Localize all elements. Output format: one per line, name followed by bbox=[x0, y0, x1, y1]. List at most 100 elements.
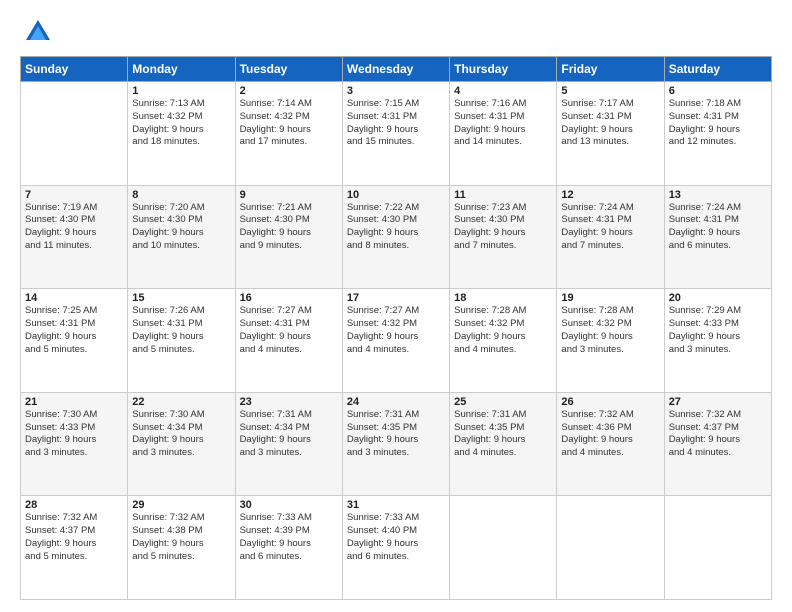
calendar-cell: 9Sunrise: 7:21 AMSunset: 4:30 PMDaylight… bbox=[235, 185, 342, 289]
calendar-cell: 23Sunrise: 7:31 AMSunset: 4:34 PMDayligh… bbox=[235, 392, 342, 496]
calendar-cell: 1Sunrise: 7:13 AMSunset: 4:32 PMDaylight… bbox=[128, 82, 235, 186]
day-number: 12 bbox=[561, 189, 659, 201]
day-info: Sunrise: 7:17 AMSunset: 4:31 PMDaylight:… bbox=[561, 98, 659, 149]
day-number: 18 bbox=[454, 292, 552, 304]
calendar-week-1: 7Sunrise: 7:19 AMSunset: 4:30 PMDaylight… bbox=[21, 185, 772, 289]
calendar-cell: 10Sunrise: 7:22 AMSunset: 4:30 PMDayligh… bbox=[342, 185, 449, 289]
day-number: 21 bbox=[25, 396, 123, 408]
calendar-cell: 20Sunrise: 7:29 AMSunset: 4:33 PMDayligh… bbox=[664, 289, 771, 393]
calendar-cell: 26Sunrise: 7:32 AMSunset: 4:36 PMDayligh… bbox=[557, 392, 664, 496]
calendar-cell bbox=[664, 496, 771, 600]
calendar-cell: 16Sunrise: 7:27 AMSunset: 4:31 PMDayligh… bbox=[235, 289, 342, 393]
day-info: Sunrise: 7:26 AMSunset: 4:31 PMDaylight:… bbox=[132, 305, 230, 356]
calendar-cell: 25Sunrise: 7:31 AMSunset: 4:35 PMDayligh… bbox=[450, 392, 557, 496]
day-number: 5 bbox=[561, 85, 659, 97]
day-info: Sunrise: 7:16 AMSunset: 4:31 PMDaylight:… bbox=[454, 98, 552, 149]
calendar-cell: 18Sunrise: 7:28 AMSunset: 4:32 PMDayligh… bbox=[450, 289, 557, 393]
day-number: 10 bbox=[347, 189, 445, 201]
day-info: Sunrise: 7:32 AMSunset: 4:37 PMDaylight:… bbox=[25, 512, 123, 563]
page: SundayMondayTuesdayWednesdayThursdayFrid… bbox=[0, 0, 792, 612]
day-header-friday: Friday bbox=[557, 57, 664, 82]
day-info: Sunrise: 7:31 AMSunset: 4:35 PMDaylight:… bbox=[347, 409, 445, 460]
day-info: Sunrise: 7:27 AMSunset: 4:31 PMDaylight:… bbox=[240, 305, 338, 356]
day-number: 8 bbox=[132, 189, 230, 201]
calendar-cell: 3Sunrise: 7:15 AMSunset: 4:31 PMDaylight… bbox=[342, 82, 449, 186]
calendar-cell: 22Sunrise: 7:30 AMSunset: 4:34 PMDayligh… bbox=[128, 392, 235, 496]
calendar-cell: 11Sunrise: 7:23 AMSunset: 4:30 PMDayligh… bbox=[450, 185, 557, 289]
day-number: 14 bbox=[25, 292, 123, 304]
day-info: Sunrise: 7:19 AMSunset: 4:30 PMDaylight:… bbox=[25, 202, 123, 253]
calendar-cell: 8Sunrise: 7:20 AMSunset: 4:30 PMDaylight… bbox=[128, 185, 235, 289]
calendar-cell: 4Sunrise: 7:16 AMSunset: 4:31 PMDaylight… bbox=[450, 82, 557, 186]
calendar-cell: 17Sunrise: 7:27 AMSunset: 4:32 PMDayligh… bbox=[342, 289, 449, 393]
calendar-cell: 12Sunrise: 7:24 AMSunset: 4:31 PMDayligh… bbox=[557, 185, 664, 289]
day-info: Sunrise: 7:30 AMSunset: 4:33 PMDaylight:… bbox=[25, 409, 123, 460]
day-header-tuesday: Tuesday bbox=[235, 57, 342, 82]
calendar-cell: 24Sunrise: 7:31 AMSunset: 4:35 PMDayligh… bbox=[342, 392, 449, 496]
calendar-cell: 27Sunrise: 7:32 AMSunset: 4:37 PMDayligh… bbox=[664, 392, 771, 496]
calendar-cell bbox=[450, 496, 557, 600]
calendar-cell bbox=[557, 496, 664, 600]
day-info: Sunrise: 7:31 AMSunset: 4:34 PMDaylight:… bbox=[240, 409, 338, 460]
calendar-cell: 13Sunrise: 7:24 AMSunset: 4:31 PMDayligh… bbox=[664, 185, 771, 289]
calendar-week-3: 21Sunrise: 7:30 AMSunset: 4:33 PMDayligh… bbox=[21, 392, 772, 496]
day-header-monday: Monday bbox=[128, 57, 235, 82]
day-info: Sunrise: 7:32 AMSunset: 4:36 PMDaylight:… bbox=[561, 409, 659, 460]
calendar-cell: 5Sunrise: 7:17 AMSunset: 4:31 PMDaylight… bbox=[557, 82, 664, 186]
calendar-cell: 28Sunrise: 7:32 AMSunset: 4:37 PMDayligh… bbox=[21, 496, 128, 600]
day-info: Sunrise: 7:24 AMSunset: 4:31 PMDaylight:… bbox=[669, 202, 767, 253]
calendar-cell: 21Sunrise: 7:30 AMSunset: 4:33 PMDayligh… bbox=[21, 392, 128, 496]
calendar-cell: 2Sunrise: 7:14 AMSunset: 4:32 PMDaylight… bbox=[235, 82, 342, 186]
day-info: Sunrise: 7:25 AMSunset: 4:31 PMDaylight:… bbox=[25, 305, 123, 356]
day-info: Sunrise: 7:32 AMSunset: 4:37 PMDaylight:… bbox=[669, 409, 767, 460]
day-info: Sunrise: 7:24 AMSunset: 4:31 PMDaylight:… bbox=[561, 202, 659, 253]
day-info: Sunrise: 7:28 AMSunset: 4:32 PMDaylight:… bbox=[454, 305, 552, 356]
day-info: Sunrise: 7:31 AMSunset: 4:35 PMDaylight:… bbox=[454, 409, 552, 460]
day-info: Sunrise: 7:23 AMSunset: 4:30 PMDaylight:… bbox=[454, 202, 552, 253]
calendar-cell: 30Sunrise: 7:33 AMSunset: 4:39 PMDayligh… bbox=[235, 496, 342, 600]
day-header-wednesday: Wednesday bbox=[342, 57, 449, 82]
day-info: Sunrise: 7:21 AMSunset: 4:30 PMDaylight:… bbox=[240, 202, 338, 253]
day-number: 31 bbox=[347, 499, 445, 511]
day-number: 23 bbox=[240, 396, 338, 408]
day-number: 4 bbox=[454, 85, 552, 97]
logo bbox=[20, 18, 52, 46]
day-number: 13 bbox=[669, 189, 767, 201]
calendar-header-row: SundayMondayTuesdayWednesdayThursdayFrid… bbox=[21, 57, 772, 82]
day-info: Sunrise: 7:33 AMSunset: 4:40 PMDaylight:… bbox=[347, 512, 445, 563]
day-number: 16 bbox=[240, 292, 338, 304]
day-number: 24 bbox=[347, 396, 445, 408]
calendar-cell: 14Sunrise: 7:25 AMSunset: 4:31 PMDayligh… bbox=[21, 289, 128, 393]
day-info: Sunrise: 7:14 AMSunset: 4:32 PMDaylight:… bbox=[240, 98, 338, 149]
calendar-table: SundayMondayTuesdayWednesdayThursdayFrid… bbox=[20, 56, 772, 600]
calendar-cell: 7Sunrise: 7:19 AMSunset: 4:30 PMDaylight… bbox=[21, 185, 128, 289]
calendar-week-0: 1Sunrise: 7:13 AMSunset: 4:32 PMDaylight… bbox=[21, 82, 772, 186]
calendar-cell bbox=[21, 82, 128, 186]
calendar-cell: 29Sunrise: 7:32 AMSunset: 4:38 PMDayligh… bbox=[128, 496, 235, 600]
day-number: 1 bbox=[132, 85, 230, 97]
day-info: Sunrise: 7:15 AMSunset: 4:31 PMDaylight:… bbox=[347, 98, 445, 149]
logo-icon bbox=[24, 18, 52, 46]
day-number: 30 bbox=[240, 499, 338, 511]
day-header-sunday: Sunday bbox=[21, 57, 128, 82]
day-number: 26 bbox=[561, 396, 659, 408]
day-info: Sunrise: 7:32 AMSunset: 4:38 PMDaylight:… bbox=[132, 512, 230, 563]
day-info: Sunrise: 7:22 AMSunset: 4:30 PMDaylight:… bbox=[347, 202, 445, 253]
day-info: Sunrise: 7:20 AMSunset: 4:30 PMDaylight:… bbox=[132, 202, 230, 253]
calendar-cell: 15Sunrise: 7:26 AMSunset: 4:31 PMDayligh… bbox=[128, 289, 235, 393]
day-number: 29 bbox=[132, 499, 230, 511]
day-number: 19 bbox=[561, 292, 659, 304]
day-info: Sunrise: 7:28 AMSunset: 4:32 PMDaylight:… bbox=[561, 305, 659, 356]
calendar-cell: 6Sunrise: 7:18 AMSunset: 4:31 PMDaylight… bbox=[664, 82, 771, 186]
day-number: 15 bbox=[132, 292, 230, 304]
day-number: 20 bbox=[669, 292, 767, 304]
day-info: Sunrise: 7:33 AMSunset: 4:39 PMDaylight:… bbox=[240, 512, 338, 563]
day-number: 27 bbox=[669, 396, 767, 408]
day-info: Sunrise: 7:29 AMSunset: 4:33 PMDaylight:… bbox=[669, 305, 767, 356]
day-header-thursday: Thursday bbox=[450, 57, 557, 82]
day-info: Sunrise: 7:18 AMSunset: 4:31 PMDaylight:… bbox=[669, 98, 767, 149]
calendar-cell: 31Sunrise: 7:33 AMSunset: 4:40 PMDayligh… bbox=[342, 496, 449, 600]
day-info: Sunrise: 7:30 AMSunset: 4:34 PMDaylight:… bbox=[132, 409, 230, 460]
header bbox=[20, 18, 772, 46]
day-number: 3 bbox=[347, 85, 445, 97]
